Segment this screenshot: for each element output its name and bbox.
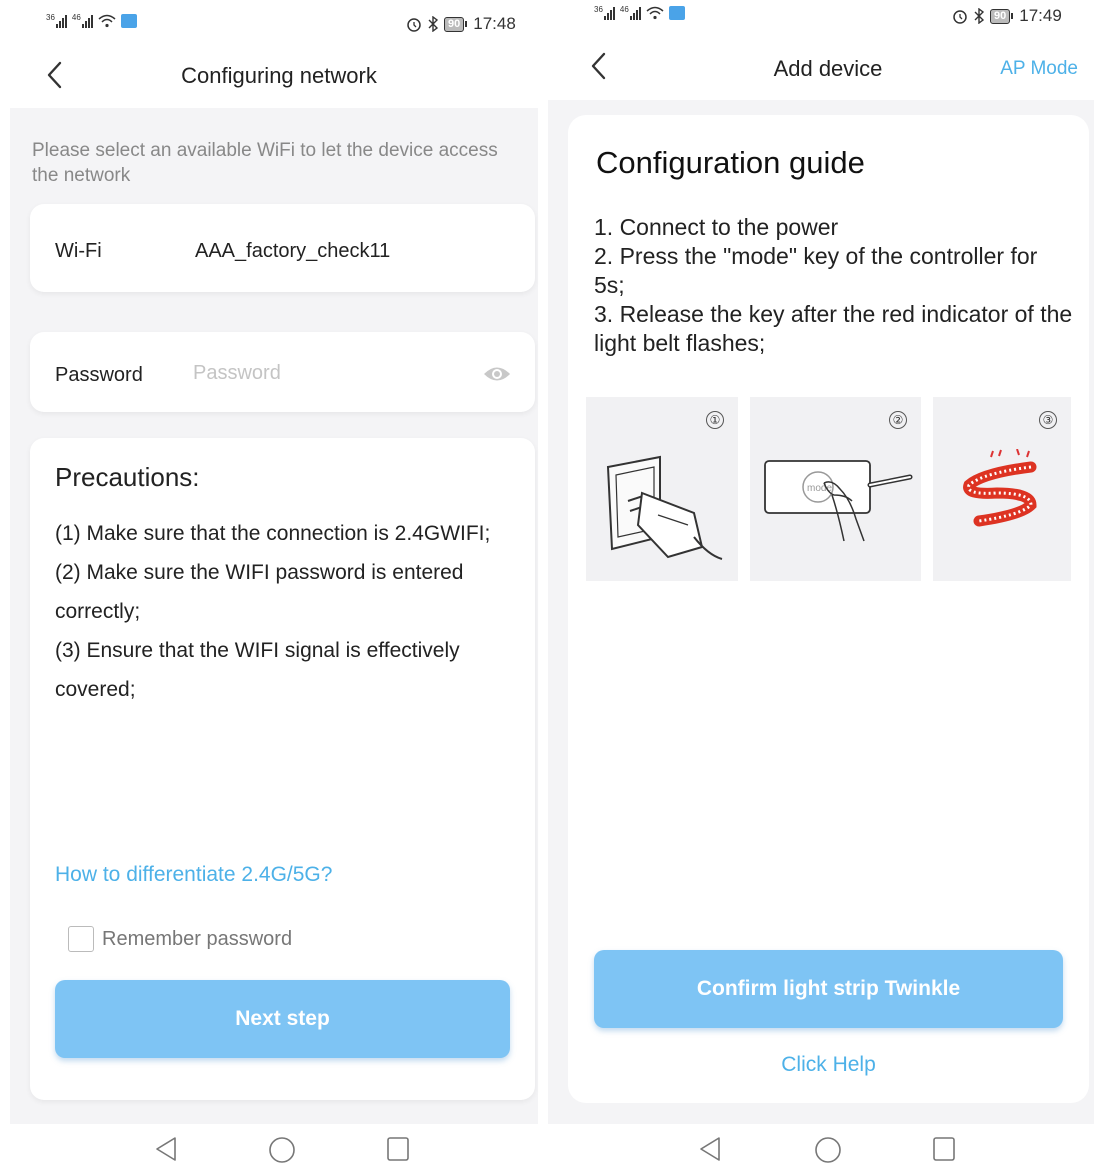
bluetooth-icon bbox=[974, 8, 984, 24]
wifi-hint-text: Please select an available WiFi to let t… bbox=[32, 140, 498, 186]
password-field: Password bbox=[30, 332, 535, 412]
status-bar: 36 46 90 17:49 bbox=[548, 0, 1094, 32]
hd-icon bbox=[668, 6, 685, 20]
status-time: 17:48 bbox=[473, 14, 516, 33]
alarm-icon bbox=[953, 10, 967, 24]
plug-socket-icon bbox=[606, 455, 723, 560]
remember-password-row[interactable]: Remember password bbox=[68, 926, 292, 952]
status-bar: 36 46 90 17:48 bbox=[0, 0, 548, 40]
password-input[interactable] bbox=[193, 362, 463, 385]
nav-bar: Add device AP Mode bbox=[548, 40, 1094, 100]
precaution-item: (2) Make sure the WIFI password is enter… bbox=[55, 561, 464, 623]
precaution-item: (1) Make sure that the connection is 2.4… bbox=[55, 522, 491, 545]
wifi-field[interactable]: Wi-Fi AAA_factory_check11 bbox=[30, 204, 535, 292]
configuring-network-screen: 36 46 90 17:48 Configuring network Pleas… bbox=[0, 0, 548, 1176]
nav-recents-square-icon[interactable] bbox=[386, 1136, 410, 1162]
battery-tip bbox=[1011, 13, 1014, 19]
step-illustration-light-belt: ③ bbox=[933, 397, 1071, 581]
password-label: Password bbox=[55, 364, 143, 386]
precautions-list: (1) Make sure that the connection is 2.4… bbox=[55, 514, 530, 709]
nav-home-circle-icon[interactable] bbox=[814, 1136, 842, 1164]
guide-title: Configuration guide bbox=[596, 145, 865, 180]
add-device-screen: 36 46 90 17:49 Add device AP Mode Config… bbox=[548, 0, 1094, 1176]
confirm-light-strip-twinkle-button[interactable]: Confirm light strip Twinkle bbox=[594, 950, 1063, 1028]
status-icons-right: 90 17:48 bbox=[406, 14, 516, 34]
status-icons-left: 36 46 bbox=[594, 6, 685, 20]
nav-recents-square-icon[interactable] bbox=[932, 1136, 956, 1162]
nav-back-triangle-icon[interactable] bbox=[154, 1136, 178, 1162]
signal-icon: 36 bbox=[594, 6, 615, 20]
mode-key-label: mode bbox=[807, 483, 832, 494]
precautions-title: Precautions: bbox=[55, 462, 200, 492]
flashing-light-strip-icon bbox=[963, 449, 1037, 527]
wifi-icon bbox=[646, 6, 664, 20]
status-icons-right: 90 17:49 bbox=[952, 6, 1062, 26]
wifi-icon bbox=[98, 14, 116, 28]
step-illustration-power: ① bbox=[586, 397, 738, 581]
remember-password-checkbox[interactable] bbox=[68, 926, 94, 952]
step-number: ③ bbox=[1039, 411, 1057, 429]
battery-tip bbox=[465, 21, 468, 27]
click-help-link[interactable]: Click Help bbox=[568, 1053, 1089, 1077]
battery-icon: 90 bbox=[990, 8, 1011, 24]
signal-icon: 46 bbox=[72, 14, 93, 28]
configuration-guide-card: Configuration guide 1. Connect to the po… bbox=[568, 115, 1089, 1103]
precautions-card: Precautions: (1) Make sure that the conn… bbox=[30, 438, 535, 1100]
step-number: ① bbox=[706, 411, 724, 429]
precaution-item: (3) Ensure that the WIFI signal is effec… bbox=[55, 639, 460, 701]
status-time: 17:49 bbox=[1019, 6, 1062, 25]
differentiate-2g-5g-link[interactable]: How to differentiate 2.4G/5G? bbox=[55, 863, 332, 887]
show-password-eye-icon[interactable] bbox=[483, 364, 511, 384]
bluetooth-icon bbox=[428, 16, 438, 32]
step-number: ② bbox=[889, 411, 907, 429]
guide-steps: 1. Connect to the power 2. Press the "mo… bbox=[594, 214, 1073, 356]
battery-icon: 90 bbox=[444, 16, 465, 32]
signal-icon: 36 bbox=[46, 14, 67, 28]
wifi-label: Wi-Fi bbox=[55, 240, 102, 262]
nav-back-triangle-icon[interactable] bbox=[698, 1136, 722, 1162]
controller-mode-key-icon: mode bbox=[764, 460, 913, 542]
next-step-button[interactable]: Next step bbox=[55, 980, 510, 1058]
nav-bar: Configuring network bbox=[0, 48, 548, 108]
ap-mode-link[interactable]: AP Mode bbox=[1000, 58, 1078, 80]
step-illustration-mode-key: ② mode bbox=[750, 397, 921, 581]
hd-icon bbox=[120, 14, 137, 28]
status-icons-left: 36 46 bbox=[46, 14, 137, 28]
alarm-icon bbox=[407, 18, 421, 32]
system-nav-bar bbox=[548, 1124, 1094, 1176]
system-nav-bar bbox=[0, 1124, 548, 1176]
page-title: Configuring network bbox=[181, 63, 377, 88]
signal-icon: 46 bbox=[620, 6, 641, 20]
nav-home-circle-icon[interactable] bbox=[268, 1136, 296, 1164]
wifi-value: AAA_factory_check11 bbox=[195, 240, 391, 262]
remember-password-label: Remember password bbox=[102, 927, 293, 950]
